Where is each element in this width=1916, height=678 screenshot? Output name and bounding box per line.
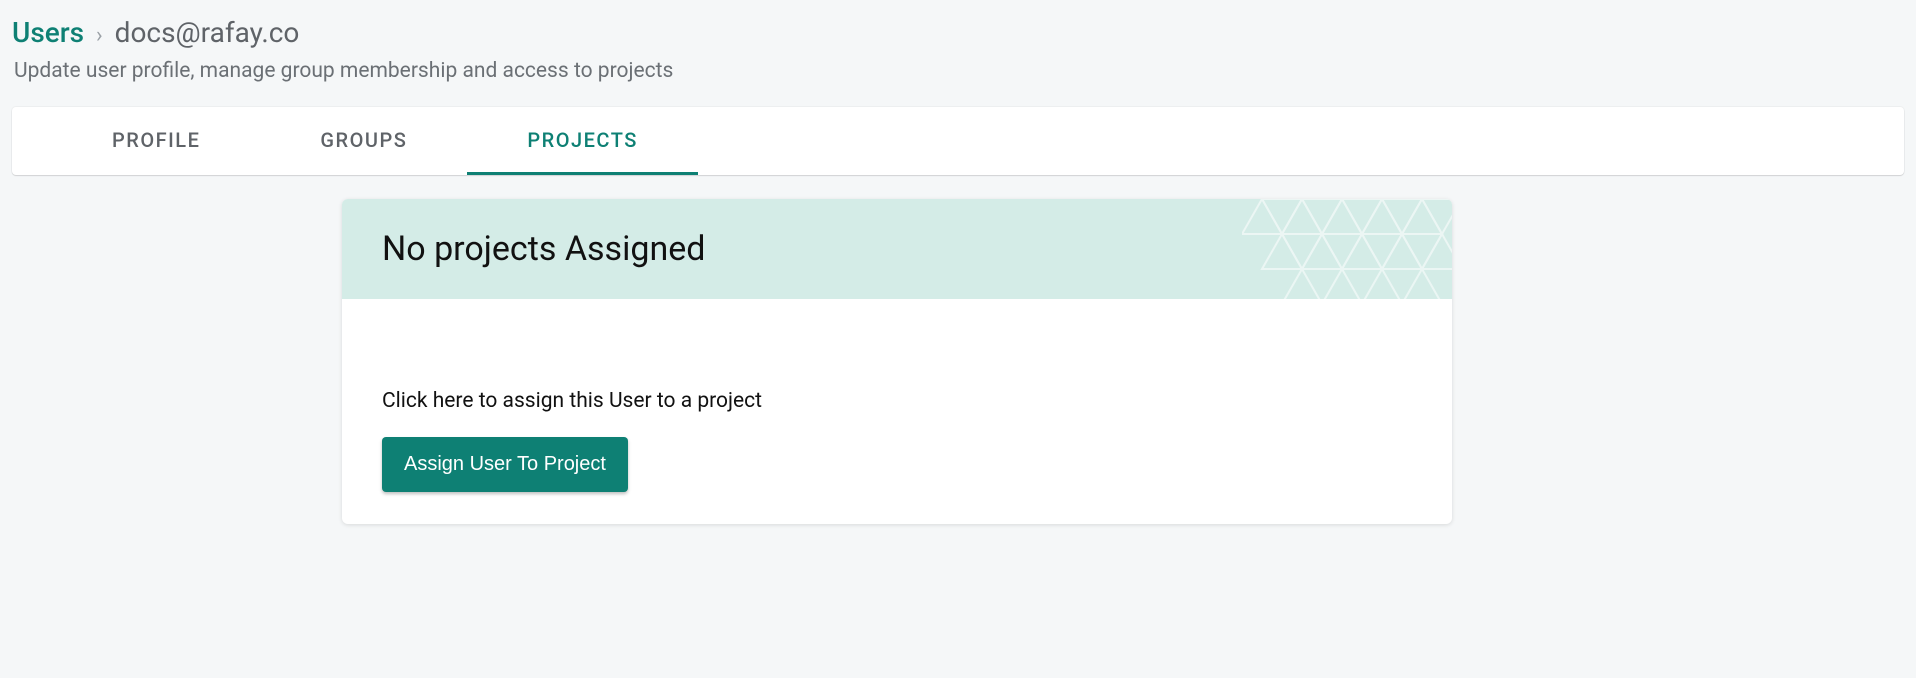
breadcrumb-root-link[interactable]: Users (12, 16, 84, 49)
projects-card-header: No projects Assigned (342, 199, 1452, 299)
projects-card-title: No projects Assigned (382, 229, 1412, 269)
projects-card-body: Click here to assign this User to a proj… (342, 299, 1452, 524)
content-area: No projects Assigned (12, 175, 1904, 524)
tabs-bar: PROFILE GROUPS PROJECTS (12, 107, 1904, 175)
breadcrumb: Users › docs@rafay.co (12, 12, 1904, 55)
page-subtitle: Update user profile, manage group member… (12, 55, 1904, 107)
projects-empty-text: Click here to assign this User to a proj… (382, 389, 1412, 413)
projects-empty-card: No projects Assigned (342, 199, 1452, 524)
tab-groups[interactable]: GROUPS (260, 107, 467, 175)
breadcrumb-separator: › (96, 23, 103, 48)
tab-projects[interactable]: PROJECTS (467, 107, 697, 175)
tab-profile[interactable]: PROFILE (52, 107, 260, 175)
assign-user-to-project-button[interactable]: Assign User To Project (382, 437, 628, 492)
breadcrumb-current: docs@rafay.co (115, 16, 300, 49)
